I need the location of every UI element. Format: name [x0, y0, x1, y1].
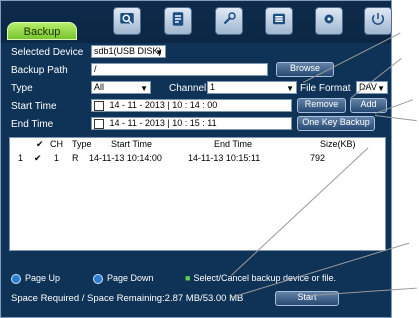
table-header-start-time: Start Time: [111, 139, 153, 149]
remove-button[interactable]: Remove: [297, 98, 346, 113]
gear-icon: [320, 10, 338, 33]
start-time-label: Start Time: [11, 101, 57, 112]
table-header: ✔ CH Type Start Time End Time Size(KB): [10, 138, 385, 151]
row-type: R: [72, 153, 79, 163]
backup-path-label: Backup Path: [11, 65, 68, 76]
wrench-icon: [220, 10, 238, 33]
selected-device-label: Selected Device: [11, 47, 84, 58]
selected-device-value: sdb1(USB DISK): [94, 46, 162, 56]
page-up-icon: [11, 273, 21, 284]
end-time-label: End Time: [11, 119, 54, 130]
row-check-icon[interactable]: ✔: [34, 152, 42, 165]
backup-screen: Backup Selected Device sdb1(USB DISK) ▼ …: [0, 0, 419, 318]
wrench-icon-button[interactable]: [215, 7, 243, 35]
green-dot-icon: ■: [185, 273, 191, 283]
end-time-value: 14 - 11 - 2013 | 10 : 15 : 11: [109, 118, 217, 128]
table-header-check: ✔: [36, 139, 44, 149]
channel-label: Channel: [169, 83, 207, 94]
table-header-type: Type: [72, 139, 92, 149]
selected-device-select[interactable]: sdb1(USB DISK) ▼: [91, 45, 166, 58]
backup-file-table: ✔ CH Type Start Time End Time Size(KB) 1…: [9, 137, 386, 251]
chevron-down-icon: ▼: [377, 84, 385, 93]
channel-select[interactable]: 1 ▼: [207, 81, 297, 94]
end-time-checkbox[interactable]: [94, 118, 104, 129]
type-label: Type: [11, 83, 33, 94]
file-format-label: File Format: [300, 83, 351, 94]
row-start-time: 14-11-13 10:14:00: [89, 153, 162, 163]
start-time-checkbox[interactable]: [94, 100, 104, 111]
power-icon: [369, 10, 387, 33]
space-required-text: Space Required / Space Remaining:2.87 MB…: [11, 293, 244, 304]
file-icon: [169, 10, 187, 33]
backup-path-field[interactable]: /: [91, 63, 268, 76]
tab-backup[interactable]: Backup: [7, 22, 77, 40]
backup-window: Backup Selected Device sdb1(USB DISK) ▼ …: [0, 0, 392, 318]
file-format-select[interactable]: DAV ▼: [356, 81, 388, 94]
start-time-field[interactable]: 14 - 11 - 2013 | 10 : 14 : 00: [91, 99, 292, 112]
channel-value: 1: [210, 82, 216, 92]
one-key-backup-button[interactable]: One Key Backup: [297, 116, 375, 131]
chevron-down-icon: ▼: [155, 48, 163, 57]
type-value: All: [94, 82, 105, 92]
type-select[interactable]: All ▼: [91, 81, 151, 94]
row-channel: 1: [54, 153, 60, 163]
file-icon-button[interactable]: [164, 7, 192, 35]
power-icon-button[interactable]: [364, 7, 392, 35]
row-size: 792: [310, 153, 326, 163]
start-time-value: 14 - 11 - 2013 | 10 : 14 : 00: [109, 100, 218, 110]
end-time-field[interactable]: 14 - 11 - 2013 | 10 : 15 : 11: [91, 117, 292, 130]
chevron-down-icon: ▼: [140, 84, 148, 93]
select-cancel-hint: ■ Select/Cancel backup device or file.: [185, 273, 337, 283]
list-icon-button[interactable]: [265, 7, 293, 35]
table-row[interactable]: 1 ✔ 1 R 14-11-13 10:14:00 14-11-13 10:15…: [10, 152, 385, 165]
page-up-hint: Page Up: [11, 272, 60, 284]
list-icon: [270, 10, 288, 33]
row-end-time: 14-11-13 10:15:11: [188, 153, 261, 163]
gear-icon-button[interactable]: [315, 7, 343, 35]
page-down-icon: [93, 273, 103, 284]
row-index: 1: [18, 153, 24, 163]
table-header-end-time: End Time: [214, 139, 253, 149]
table-header-ch: CH: [50, 139, 63, 149]
search-icon: [118, 10, 136, 33]
table-header-size: Size(KB): [320, 139, 356, 149]
search-icon-button[interactable]: [113, 7, 141, 35]
page-down-hint: Page Down: [93, 272, 154, 284]
chevron-down-icon: ▼: [286, 84, 294, 93]
